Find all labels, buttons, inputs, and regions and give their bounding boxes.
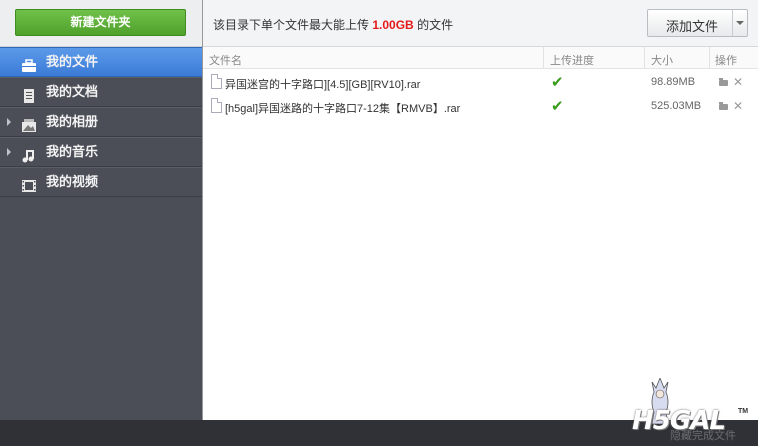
delete-icon[interactable]: ✕: [733, 75, 743, 89]
add-file-button[interactable]: 添加文件: [647, 9, 748, 37]
file-icon: [211, 74, 222, 89]
sidebar-item-label: 我的视频: [46, 174, 99, 189]
sidebar: 新建文件夹 我的文件 我的文档 我的相册 我的音乐 我的视频: [0, 0, 202, 420]
table-row[interactable]: [h5gal]异国迷路的十字路口7-12集【RMVB】.rar ✔ 525.03…: [203, 95, 758, 119]
sidebar-header: 新建文件夹: [0, 0, 202, 47]
notice-suffix: 的文件: [417, 18, 454, 32]
upload-size-limit: 1.00GB: [372, 18, 414, 32]
h5gal-watermark: H5GAL TM: [630, 374, 752, 442]
upload-complete-check-icon: ✔: [551, 98, 564, 115]
toolbar: 该目录下单个文件最大能上传 1.00GB 的文件 添加文件: [203, 0, 758, 47]
open-folder-icon[interactable]: [719, 78, 728, 86]
column-divider: [543, 47, 544, 69]
music-note-icon: [21, 145, 37, 163]
expand-caret-icon[interactable]: [7, 148, 11, 156]
sidebar-item-label: 我的文件: [46, 54, 99, 69]
document-icon: [21, 85, 37, 103]
add-file-label: 添加文件: [666, 19, 719, 34]
column-header-actions: 操作: [715, 55, 737, 67]
dropdown-arrow-icon[interactable]: [736, 21, 744, 25]
sidebar-item-my-documents[interactable]: 我的文档: [0, 77, 202, 107]
sidebar-item-my-music[interactable]: 我的音乐: [0, 137, 202, 167]
sidebar-item-label: 我的相册: [46, 114, 99, 129]
column-header-filename[interactable]: 文件名: [209, 52, 242, 68]
file-size: 98.89MB: [651, 76, 696, 88]
watermark-logo-text: H5GAL: [632, 406, 726, 436]
sidebar-item-my-videos[interactable]: 我的视频: [0, 167, 202, 197]
upload-limit-notice: 该目录下单个文件最大能上传 1.00GB 的文件: [213, 16, 453, 33]
film-icon: [21, 175, 37, 192]
sidebar-item-my-files[interactable]: 我的文件: [0, 47, 202, 77]
notice-prefix: 该目录下单个文件最大能上传: [213, 18, 370, 32]
new-folder-button[interactable]: 新建文件夹: [15, 9, 186, 36]
briefcase-icon: [21, 55, 37, 72]
sidebar-item-label: 我的文档: [46, 84, 99, 99]
file-name: [h5gal]异国迷路的十字路口7-12集【RMVB】.rar: [225, 103, 461, 115]
table-row[interactable]: 异国迷宫的十字路口][4.5][GB][RV10].rar ✔ 98.89MB …: [203, 71, 758, 95]
file-name: 异国迷宫的十字路口][4.5][GB][RV10].rar: [225, 79, 421, 91]
button-divider: [732, 10, 733, 36]
sidebar-item-my-albums[interactable]: 我的相册: [0, 107, 202, 137]
open-folder-icon[interactable]: [719, 102, 728, 110]
upload-complete-check-icon: ✔: [551, 74, 564, 91]
photo-album-icon: [21, 115, 37, 132]
file-table-header: 文件名 上传进度 大小 操作: [203, 47, 758, 69]
column-divider: [709, 47, 710, 69]
column-header-size[interactable]: 大小: [651, 52, 673, 68]
sidebar-item-label: 我的音乐: [46, 144, 99, 159]
file-icon: [211, 98, 222, 113]
delete-icon[interactable]: ✕: [733, 99, 743, 113]
column-header-progress[interactable]: 上传进度: [550, 52, 594, 68]
column-divider: [644, 47, 645, 69]
watermark-trademark: TM: [738, 408, 749, 415]
expand-caret-icon[interactable]: [7, 118, 11, 126]
file-panel: 该目录下单个文件最大能上传 1.00GB 的文件 添加文件 文件名 上传进度 大…: [202, 0, 758, 420]
file-size: 525.03MB: [651, 100, 702, 112]
